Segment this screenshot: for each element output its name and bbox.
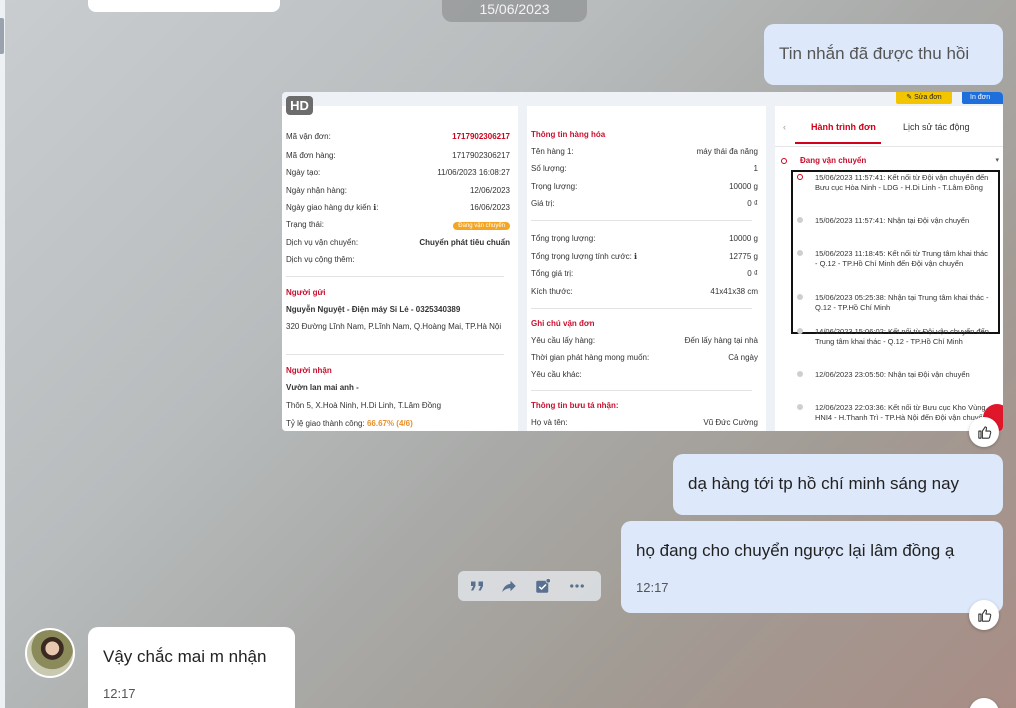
sender-avatar[interactable] <box>25 628 75 678</box>
like-reaction-button[interactable] <box>969 600 999 630</box>
recalled-message-bubble[interactable]: Tin nhắn đã được thu hồi <box>764 24 1003 85</box>
thumbs-up-icon <box>977 425 991 439</box>
info-row: Trọng lượng: 10000 g <box>531 182 758 191</box>
date-divider: 15/06/2023 <box>442 0 587 22</box>
message-time: 12:17 <box>636 580 669 595</box>
tab-back-chevron: ‹ <box>783 122 786 132</box>
outgoing-message-bubble[interactable]: dạ hàng tới tp hồ chí minh sáng nay <box>673 454 1003 515</box>
info-row: Mã đơn hàng: 1717902306217 <box>286 151 510 160</box>
message-action-toolbar <box>458 571 601 601</box>
tab-journey: Hành trình đơn <box>811 122 876 132</box>
collapse-caret-icon: ▾ <box>995 157 999 164</box>
quote-icon[interactable] <box>466 576 488 596</box>
print-order-button: In đơn <box>962 92 1003 104</box>
info-row: Ngày giao hàng dự kiến ℹ: 16/06/2023 <box>286 203 510 212</box>
forward-icon[interactable] <box>498 576 520 596</box>
info-row: Mã vận đơn: 1717902306217 <box>286 132 510 141</box>
status-dot <box>781 158 787 164</box>
tracking-event: 15/06/2023 11:18:45: Kết nối từ Trung tâ… <box>815 249 988 268</box>
message-text: dạ hàng tới tp hồ chí minh sáng nay <box>688 474 960 493</box>
tracking-event: 15/06/2023 11:57:41: Kết nối từ Đội vận … <box>815 173 989 192</box>
tracking-event: 15/06/2023 05:25:38: Nhận tại Trung tâm … <box>815 293 989 312</box>
event-dot <box>797 250 803 256</box>
tab-history: Lịch sử tác động <box>903 122 970 132</box>
info-row: Tổng trọng lượng tính cước: ℹ 12775 g <box>531 252 758 261</box>
tracking-status: Đang vận chuyển <box>800 156 867 165</box>
tracking-event: 14/06/2023 15:06:02: Kết nối từ Đội vận … <box>815 327 989 346</box>
incoming-message-bubble[interactable]: Vậy chắc mai m nhận 12:17 <box>88 627 295 708</box>
recalled-message-text: Tin nhắn đã được thu hồi <box>779 44 970 63</box>
hd-badge: HD <box>286 96 313 115</box>
info-row: Họ và tên: Vũ Đức Cường <box>531 418 758 427</box>
message-text: họ đang cho chuyển ngược lại lâm đồng ạ <box>636 541 955 560</box>
message-text: Vậy chắc mai m nhận <box>103 647 267 666</box>
info-row: Tên hàng 1: máy thái đa năng <box>531 147 758 156</box>
like-reaction-button[interactable] <box>969 417 999 447</box>
postman-title: Thông tin bưu tá nhận: <box>531 401 619 410</box>
message-time: 12:17 <box>103 686 136 701</box>
note-title: Ghi chú vận đơn <box>531 319 595 328</box>
info-row: Ngày tạo: 11/06/2023 16:08:27 <box>286 168 510 177</box>
tracking-event: 15/06/2023 11:57:41: Nhận tại Đội vận ch… <box>815 216 970 225</box>
event-dot <box>797 371 803 377</box>
event-dot <box>797 294 803 300</box>
shipment-screenshot-image[interactable]: HD ✎ Sửa đơn In đơn Mã vận đơn: 171790230… <box>282 92 1003 431</box>
event-dot <box>797 404 803 410</box>
event-dot <box>797 217 803 223</box>
info-row: Tổng trọng lượng: 10000 g <box>531 234 758 243</box>
event-dot <box>797 328 803 334</box>
info-row: Kích thước: 41x41x38 cm <box>531 287 758 296</box>
info-row: Trạng thái: Đang vận chuyển <box>286 220 510 234</box>
status-badge: Đang vận chuyển <box>453 222 510 230</box>
success-rate: Tỷ lệ giao thành công: 66.67% (4/6) <box>286 419 413 428</box>
tracking-event: 12/06/2023 22:03:36: Kết nối từ Bưu cục … <box>815 403 987 422</box>
receiver-address: Thôn 5, X.Hoà Ninh, H.Di Linh, T.Lâm Đồn… <box>286 401 442 410</box>
info-row: Dịch vụ cộng thêm: <box>286 255 355 264</box>
order-info-column: Mã vận đơn: 1717902306217 Mã đơn hàng: 171… <box>282 106 518 431</box>
previous-message-bubble[interactable] <box>88 0 280 12</box>
thumbs-up-icon <box>977 608 991 622</box>
sender-title: Người gửi <box>286 288 326 297</box>
outgoing-message-bubble[interactable]: họ đang cho chuyển ngược lại lâm đồng ạ … <box>621 521 1003 613</box>
info-row: Ngày nhận hàng: 12/06/2023 <box>286 186 510 195</box>
sender-address: 320 Đường Lĩnh Nam, P.Lĩnh Nam, Q.Hoàng … <box>286 322 502 331</box>
goods-title: Thông tin hàng hóa <box>531 130 606 139</box>
info-row: Tổng giá trị: 0 ₫ <box>531 269 758 278</box>
tracking-event: 12/06/2023 23:05:50: Nhận tại Đội vận ch… <box>815 370 970 379</box>
sidebar-strip <box>0 0 5 708</box>
sidebar-active-marker <box>0 18 4 54</box>
receiver-title: Người nhận <box>286 366 332 375</box>
info-row: Giá trị: 0 ₫ <box>531 199 758 208</box>
info-row: Dịch vụ vận chuyển: Chuyển phát tiêu chuẩ… <box>286 238 510 247</box>
event-dot <box>797 174 803 180</box>
task-icon[interactable] <box>532 576 554 596</box>
goods-info-column: Thông tin hàng hóa Tên hàng 1: máy thái đ… <box>527 106 766 431</box>
like-reaction-button[interactable] <box>969 698 999 708</box>
info-row: Yêu cầu khác: <box>531 370 582 379</box>
more-icon[interactable] <box>566 576 588 596</box>
sender-name: Nguyễn Nguyệt - Điện máy Sỉ Lẻ - 0325340… <box>286 305 461 314</box>
info-row: Thời gian phát hàng mong muốn: Cả ngày <box>531 353 758 362</box>
edit-order-button: ✎ Sửa đơn <box>896 92 952 104</box>
receiver-name: Vườn lan mai anh - <box>286 383 359 392</box>
tracking-column: ‹ Hành trình đơn Lịch sử tác động Đang v… <box>775 106 1003 431</box>
info-row: Số lượng: 1 <box>531 164 758 173</box>
info-row: Yêu cầu lấy hàng: Đến lấy hàng tại nhà <box>531 336 758 345</box>
